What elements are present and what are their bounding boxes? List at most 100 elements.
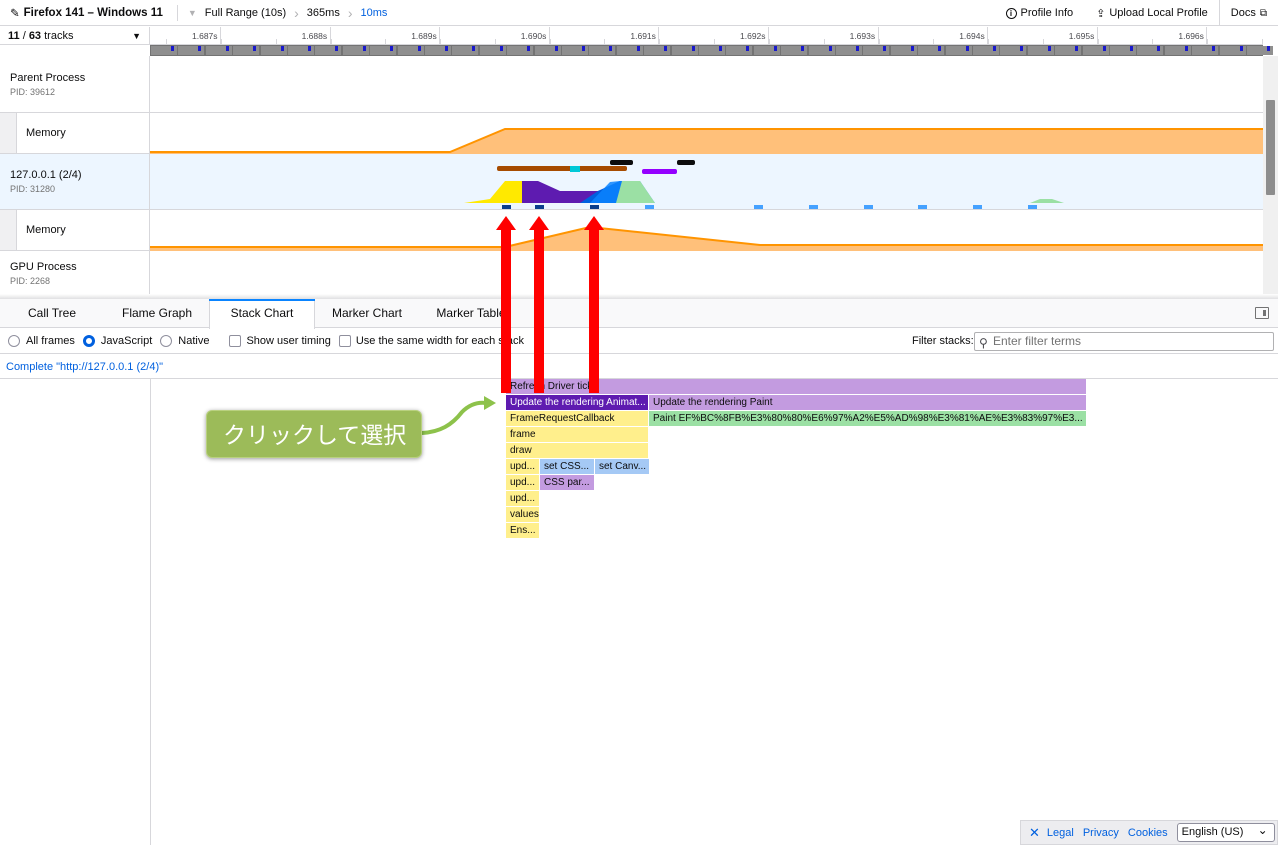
track-memory-content[interactable]: Memory	[0, 210, 150, 251]
ruler-tick-label: 1.687s	[192, 31, 218, 41]
radio-all-frames[interactable]: All frames	[8, 335, 75, 347]
checkbox-show-user-timing[interactable]: Show user timing	[229, 335, 331, 347]
tab-marker-table[interactable]: Marker Table	[419, 299, 523, 328]
overview-sample-marker	[253, 46, 257, 51]
chevron-right-icon: ›	[347, 4, 353, 21]
upload-profile-button[interactable]: ⇪ Upload Local Profile	[1084, 0, 1219, 26]
overview-sample-marker	[1267, 46, 1270, 51]
track-parent-process[interactable]: Parent Process PID: 39612	[0, 56, 150, 113]
ruler-tick-label: 1.690s	[520, 31, 547, 41]
stack-box-set-css[interactable]: set CSS...	[540, 459, 594, 474]
overview-sample-marker	[719, 46, 722, 51]
breadcrumb-full-range[interactable]: ▼ Full Range (10s)	[188, 7, 286, 19]
stack-settings-bar: All frames JavaScript Native Show user t…	[0, 329, 1278, 354]
overview-sample-marker	[362, 46, 366, 51]
ruler-tick-label: 1.696s	[1178, 31, 1204, 41]
stack-box-frame[interactable]: frame	[506, 427, 648, 442]
stack-box-values[interactable]: values	[506, 507, 539, 522]
checkbox-same-width[interactable]: Use the same width for each stack	[338, 335, 524, 347]
stack-box-update-1[interactable]: upd...	[506, 459, 539, 474]
stack-box-frame-request[interactable]: FrameRequestCallback	[506, 411, 648, 426]
overview-sample-marker	[499, 46, 503, 51]
stack-box-draw[interactable]: draw	[506, 443, 648, 458]
overview-sample-marker	[1239, 46, 1243, 51]
stack-box-refresh-driver[interactable]: Refresh Driver tick	[506, 379, 1086, 394]
track-parent-process-graph[interactable]	[150, 56, 1263, 113]
stack-box-css-parse[interactable]: CSS par...	[540, 475, 594, 490]
track-memory-content-graph[interactable]	[150, 210, 1263, 251]
top-bar: ✎ Firefox 141 – Windows 11 ▼ Full Range …	[0, 0, 1278, 26]
radio-native[interactable]: Native	[160, 335, 209, 347]
track-memory-parent-graph[interactable]	[150, 113, 1263, 154]
tab-stack-chart[interactable]: Stack Chart	[209, 299, 315, 329]
track-content-process[interactable]: 127.0.0.1 (2/4) PID: 31280	[0, 154, 150, 210]
overview-sample-marker	[965, 46, 969, 51]
tab-marker-chart[interactable]: Marker Chart	[315, 299, 419, 328]
overview-sample-marker	[1130, 46, 1133, 51]
footer-bar: ✕ Legal Privacy Cookies English (US)	[1020, 820, 1278, 845]
memory-graph-parent	[150, 128, 1263, 154]
stack-box-paint[interactable]: Paint EF%BC%8FB%E3%80%80%E6%97%A2%E5%AD%…	[649, 411, 1086, 426]
overview-sample-marker	[691, 46, 695, 51]
stack-chart-gutter	[150, 379, 151, 845]
ruler-tick-label: 1.693s	[849, 31, 876, 41]
stack-box-update-paint[interactable]: Update the rendering Paint	[649, 395, 1086, 410]
stack-box-ensure[interactable]: Ens...	[506, 523, 539, 538]
stack-box-update-animation[interactable]: Update the rendering Animat...	[506, 395, 648, 410]
tracks-scrollbar[interactable]	[1263, 56, 1278, 295]
overview-sample-marker	[554, 46, 558, 51]
close-icon[interactable]: ✕	[1029, 825, 1040, 841]
overview-sample-marker	[1075, 46, 1079, 51]
overview-sample-marker	[308, 46, 311, 51]
tab-flame-graph[interactable]: Flame Graph	[104, 299, 210, 328]
breadcrumb-home-icon: ▼	[187, 7, 197, 18]
radio-icon	[8, 335, 20, 347]
profile-info-button[interactable]: i Profile Info	[994, 0, 1085, 26]
sidebar-toggle-icon[interactable]	[1255, 307, 1269, 319]
stack-box-set-canvas[interactable]: set Canv...	[595, 459, 649, 474]
chevron-right-icon: ›	[294, 4, 299, 21]
stack-box-update-3[interactable]: upd...	[506, 491, 539, 506]
scrollbar-thumb[interactable]	[1266, 100, 1275, 195]
track-gpu-process[interactable]: GPU Process PID: 2268	[0, 251, 150, 295]
overview-sample-marker	[1102, 46, 1106, 51]
timeline-overview-bar[interactable]	[150, 45, 1273, 56]
language-select[interactable]: English (US)	[1176, 822, 1275, 842]
profile-name: Firefox 141 – Windows 11	[23, 6, 163, 19]
ruler-tick-label: 1.692s	[740, 31, 766, 41]
memory-graph-content	[150, 225, 1263, 251]
search-icon: ⚲	[979, 336, 988, 350]
filter-stacks-input[interactable]: ⚲ Enter filter terms	[974, 332, 1274, 351]
ruler-tick-label: 1.688s	[301, 31, 328, 41]
track-count-button[interactable]: 11 / 63 tracks ▼	[0, 27, 150, 45]
stack-box-update-2[interactable]: upd...	[506, 475, 539, 490]
docs-link[interactable]: Docs ⧉	[1218, 0, 1278, 26]
overview-sample-marker	[1020, 46, 1024, 51]
breadcrumb-10ms[interactable]: › 10ms	[340, 5, 388, 21]
overview-sample-marker	[472, 46, 476, 51]
track-memory-parent[interactable]: Memory	[0, 113, 150, 154]
overview-sample-marker	[938, 46, 942, 51]
thread-breadcrumb[interactable]: Complete "http://127.0.0.1 (2/4)"	[0, 355, 1278, 379]
radio-javascript[interactable]: JavaScript	[82, 335, 152, 347]
external-link-icon: ⧉	[1259, 7, 1267, 19]
dropdown-arrow-icon: ▼	[132, 31, 141, 41]
tab-call-tree[interactable]: Call Tree	[0, 299, 104, 328]
cookies-link[interactable]: Cookies	[1128, 827, 1168, 839]
overview-sample-marker	[856, 46, 859, 51]
overview-sample-marker	[910, 46, 914, 51]
upload-icon: ⇪	[1096, 7, 1106, 20]
privacy-link[interactable]: Privacy	[1083, 827, 1119, 839]
radio-selected-icon	[82, 335, 95, 347]
timeline-ruler: 1.687s 1.688s 1.689s 1.690s 1.691s 1.692s 1.69…	[150, 27, 1263, 45]
overview-sample-marker	[1184, 46, 1188, 51]
ruler-tick-label: 1.695s	[1068, 31, 1095, 41]
breadcrumb-365ms[interactable]: › 365ms	[286, 5, 340, 21]
topbar-actions: i Profile Info ⇪ Upload Local Profile Do…	[994, 0, 1278, 26]
overview-sample-marker	[445, 46, 448, 51]
overview-sample-marker	[1212, 46, 1216, 51]
annotation-callout: クリックして選択	[206, 410, 422, 458]
legal-link[interactable]: Legal	[1047, 827, 1074, 839]
track-content-process-graph[interactable]	[150, 154, 1263, 210]
profile-name-button[interactable]: ✎ Firefox 141 – Windows 11	[0, 6, 163, 20]
